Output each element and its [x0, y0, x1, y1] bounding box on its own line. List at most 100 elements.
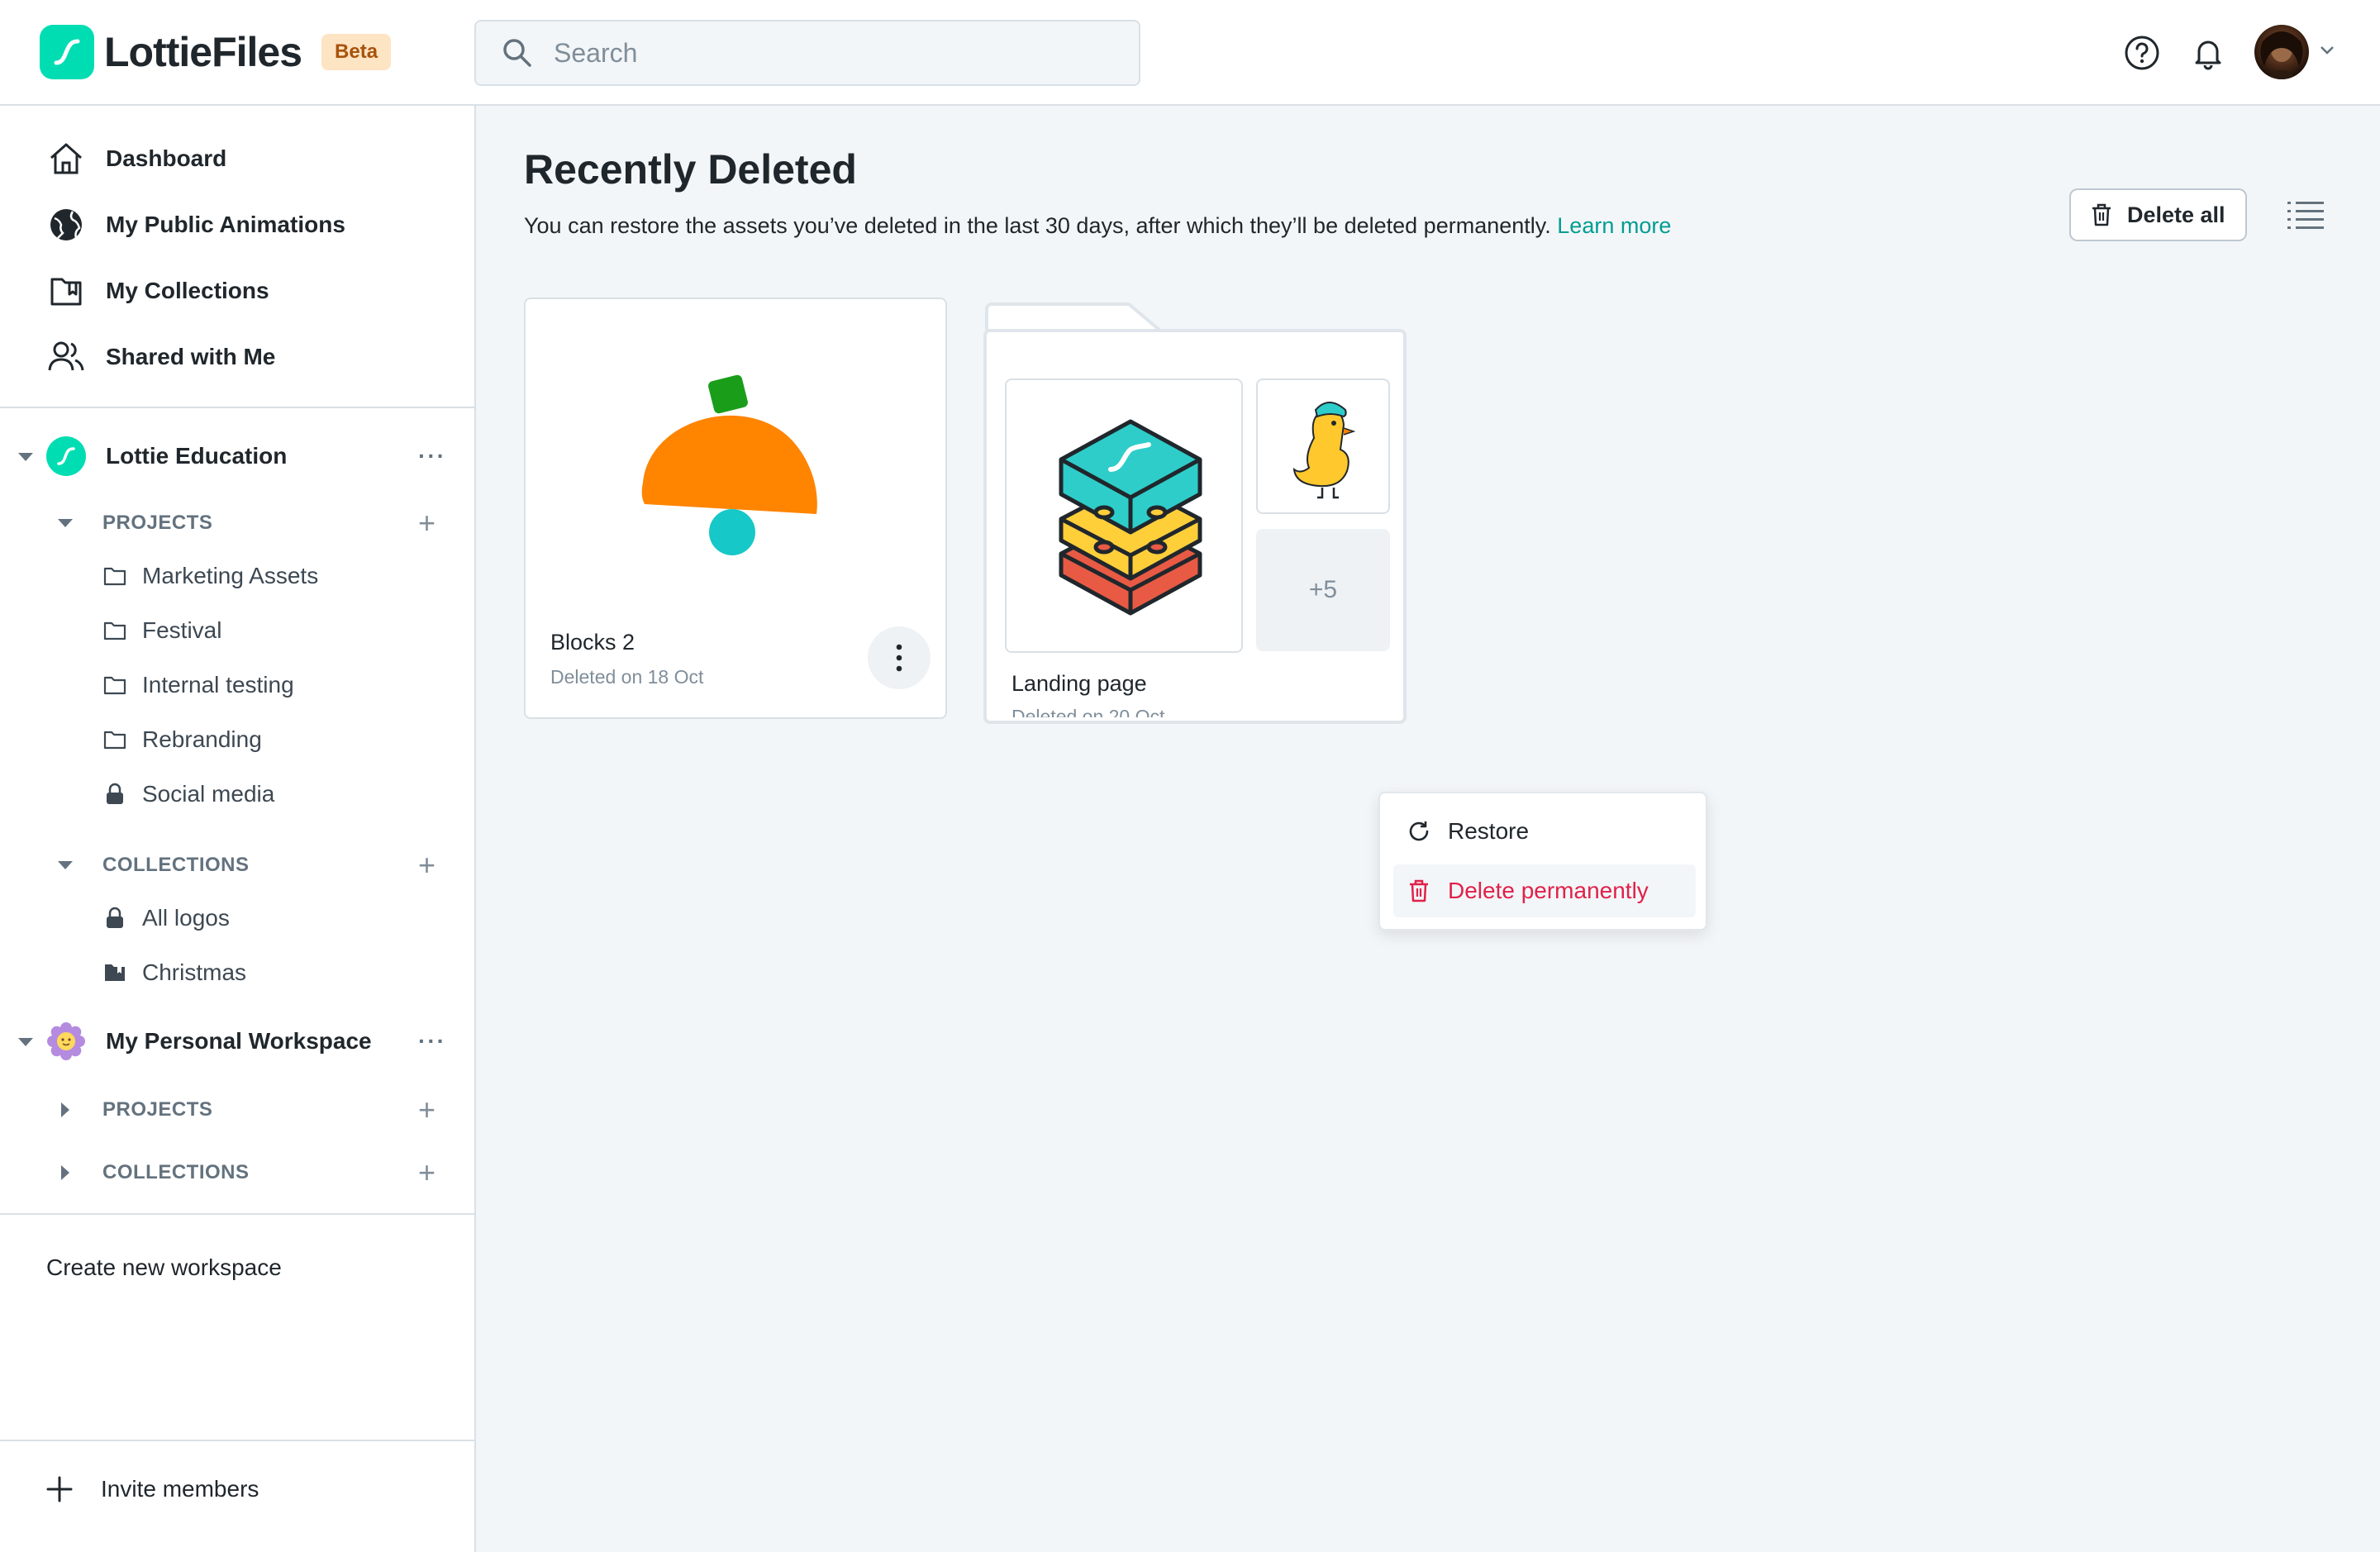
create-workspace-link[interactable]: Create new workspace [46, 1254, 282, 1281]
sidebar-item-public-animations[interactable]: My Public Animations [46, 200, 345, 250]
trash-icon [2092, 203, 2111, 226]
lock-icon [102, 906, 127, 931]
trash-icon [1407, 878, 1431, 903]
section-label: PROJECTS [102, 1098, 213, 1121]
caret-down-icon[interactable] [18, 1038, 33, 1046]
plus-icon [46, 1476, 73, 1502]
sidebar-item-shared-with-me[interactable]: Shared with Me [46, 332, 275, 382]
delete-all-label: Delete all [2127, 202, 2225, 227]
notification-bell-icon[interactable] [2188, 33, 2228, 73]
project-label: Social media [142, 781, 275, 807]
restore-icon [1407, 819, 1431, 844]
search-bar[interactable] [474, 20, 1140, 86]
workspace-logo-icon [46, 436, 86, 476]
description-text: You can restore the assets you’ve delete… [524, 213, 1551, 238]
collection-label: Christmas [142, 959, 247, 985]
sidebar-divider [0, 1213, 474, 1215]
add-project-icon[interactable]: + [418, 1095, 436, 1125]
help-icon[interactable] [2122, 33, 2162, 73]
main-content: Recently Deleted You can restore the ass… [476, 106, 2380, 1552]
section-projects[interactable]: PROJECTS + [0, 502, 474, 544]
sidebar-item-christmas[interactable]: Christmas [102, 952, 246, 993]
caret-right-icon[interactable] [61, 1165, 69, 1180]
lottiefiles-logo-icon [40, 25, 94, 79]
restore-menu-item[interactable]: Restore [1393, 805, 1696, 858]
caret-down-icon[interactable] [58, 861, 73, 869]
sidebar-item-my-collections[interactable]: My Collections [46, 266, 269, 316]
more-options-button[interactable] [868, 626, 931, 689]
kebab-menu-icon [896, 644, 902, 672]
folder-preview-tile [1256, 378, 1390, 514]
sidebar-item-social-media[interactable]: Social media [102, 774, 274, 815]
sidebar-item-rebranding[interactable]: Rebranding [102, 719, 262, 760]
folder-deleted-date: Deleted on 20 Oct [1011, 706, 1165, 717]
avatar[interactable] [2254, 25, 2309, 79]
sidebar-item-label: Shared with Me [106, 344, 276, 369]
search-input[interactable] [554, 37, 1083, 69]
delete-permanently-menu-item[interactable]: Delete permanently [1393, 864, 1696, 917]
caret-down-icon[interactable] [18, 453, 33, 461]
delete-all-button[interactable]: Delete all [2069, 188, 2247, 241]
add-collection-icon[interactable]: + [418, 850, 436, 880]
flower-avatar-icon [46, 1021, 86, 1061]
more-options-icon[interactable]: ··· [418, 1028, 446, 1055]
section-label: COLLECTIONS [102, 854, 250, 876]
page-description: You can restore the assets you’ve delete… [524, 213, 1671, 239]
workspace-personal[interactable]: My Personal Workspace ··· [0, 1016, 474, 1066]
project-label: Rebranding [142, 726, 262, 752]
globe-icon [46, 205, 86, 245]
collection-filled-icon [102, 960, 127, 985]
logo[interactable]: LottieFiles Beta [40, 25, 392, 79]
add-project-icon[interactable]: + [418, 508, 436, 538]
section-label: COLLECTIONS [102, 1161, 250, 1183]
section-projects[interactable]: PROJECTS + [0, 1089, 474, 1131]
folder-icon [102, 727, 127, 752]
sidebar-item-internal-testing[interactable]: Internal testing [102, 664, 294, 706]
collection-icon [46, 271, 86, 311]
section-collections[interactable]: COLLECTIONS + [0, 845, 474, 886]
learn-more-link[interactable]: Learn more [1557, 213, 1671, 238]
section-collections[interactable]: COLLECTIONS + [0, 1152, 474, 1193]
folder-icon [102, 618, 127, 643]
sidebar-divider [0, 407, 474, 408]
sidebar-item-label: Dashboard [106, 145, 227, 171]
asset-card[interactable]: Blocks 2 Deleted on 18 Oct [524, 298, 947, 719]
users-icon [46, 337, 86, 377]
folder-card[interactable]: +5 Landing page Deleted on 20 Oct [983, 301, 1407, 724]
folder-preview-tile [1005, 378, 1243, 653]
sidebar-item-festival[interactable]: Festival [102, 610, 221, 651]
more-options-icon[interactable]: ··· [418, 443, 446, 469]
folder-name: Landing page [1011, 671, 1147, 696]
workspace-lottie-education[interactable]: Lottie Education ··· [0, 431, 474, 481]
sidebar-item-label: My Collections [106, 278, 269, 303]
folder-icon [102, 564, 127, 588]
sidebar: Dashboard My Public Animations My Collec… [0, 106, 476, 1552]
chevron-down-icon[interactable] [2319, 45, 2335, 56]
sidebar-item-dashboard[interactable]: Dashboard [46, 134, 226, 183]
add-collection-icon[interactable]: + [418, 1158, 436, 1188]
folder-icon [102, 673, 127, 697]
project-label: Internal testing [142, 672, 294, 697]
project-label: Festival [142, 617, 222, 643]
caret-right-icon[interactable] [61, 1102, 69, 1117]
animation-thumbnail [526, 299, 945, 613]
collection-label: All logos [142, 905, 230, 931]
section-label: PROJECTS [102, 512, 213, 534]
sidebar-item-marketing-assets[interactable]: Marketing Assets [102, 555, 318, 597]
asset-name: Blocks 2 [550, 630, 635, 655]
invite-label: Invite members [101, 1476, 259, 1502]
caret-down-icon[interactable] [58, 519, 73, 527]
menu-item-label: Restore [1448, 818, 1530, 844]
lock-icon [102, 782, 127, 807]
sidebar-item-all-logos[interactable]: All logos [102, 897, 230, 939]
list-view-icon[interactable] [2286, 197, 2327, 233]
search-icon [503, 39, 531, 67]
project-label: Marketing Assets [142, 563, 319, 588]
home-icon [46, 139, 86, 179]
more-items-count: +5 [1256, 529, 1390, 651]
invite-members-button[interactable]: Invite members [46, 1476, 259, 1502]
logo-text: LottieFiles [104, 29, 302, 75]
beta-badge: Beta [321, 34, 392, 70]
sidebar-divider [0, 1440, 474, 1441]
context-menu: Restore Delete permanently [1378, 792, 1707, 931]
